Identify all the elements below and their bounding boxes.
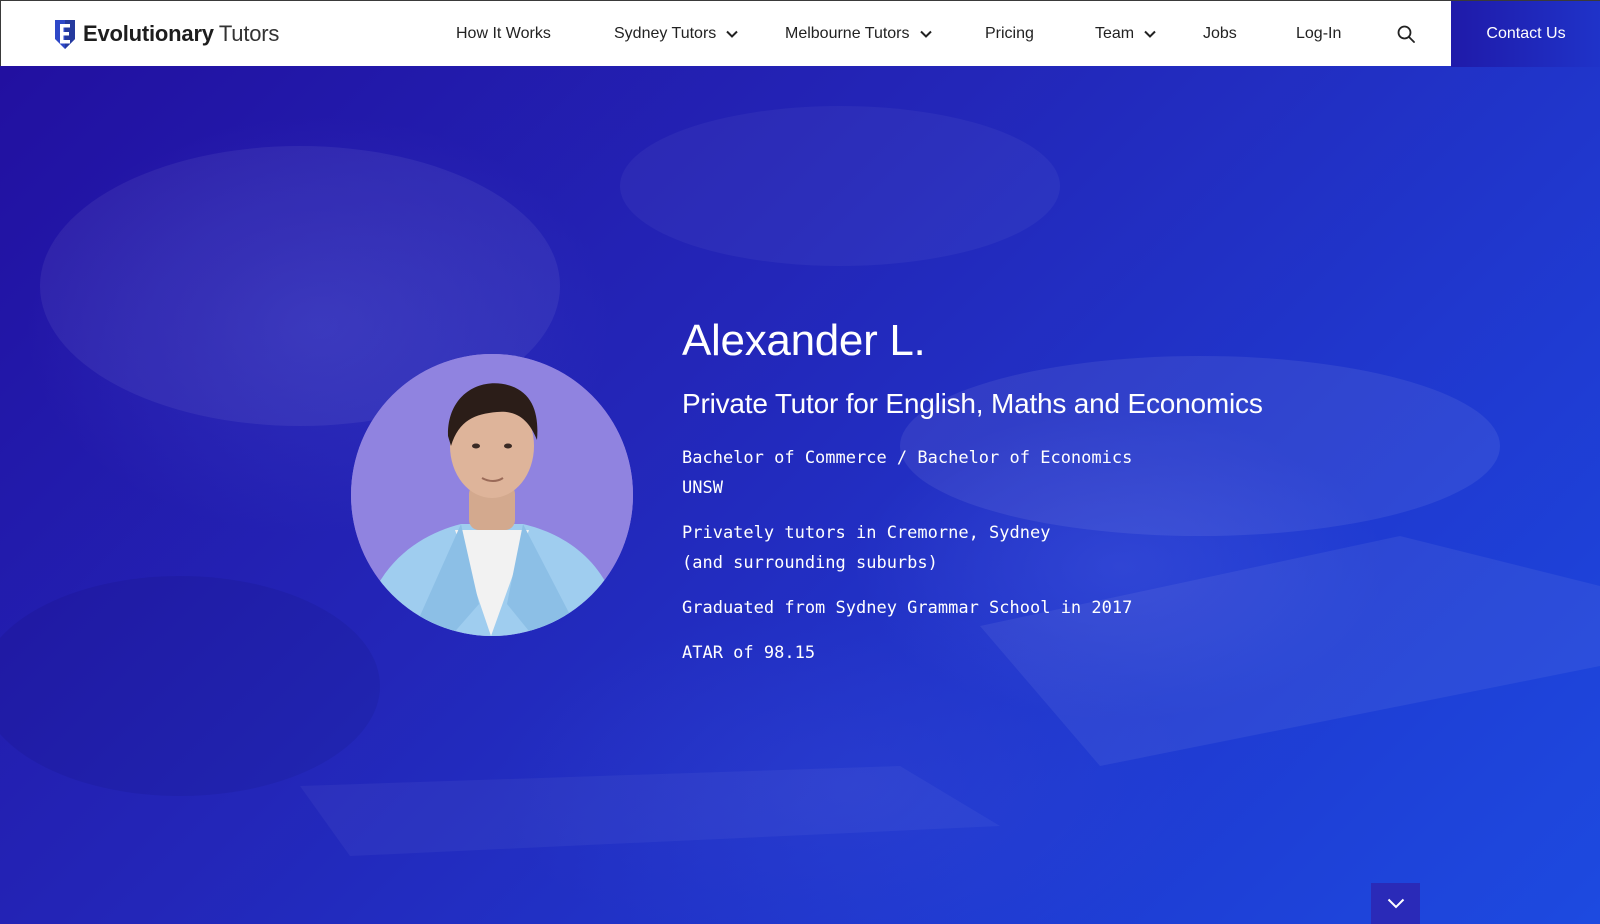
nav-log-in[interactable]: Log-In — [1296, 1, 1341, 67]
tutor-degree: Bachelor of Commerce / Bachelor of Econo… — [682, 448, 1133, 468]
search-icon[interactable] — [1397, 25, 1415, 43]
nav-melbourne-tutors-label: Melbourne Tutors — [785, 25, 910, 42]
tutor-portrait-image — [351, 354, 633, 636]
nav-how-it-works-label: How It Works — [456, 25, 551, 42]
tutor-title: Private Tutor for English, Maths and Eco… — [682, 388, 1263, 419]
tutor-hero: Alexander L. Private Tutor for English, … — [0, 66, 1600, 924]
tutor-atar: ATAR of 98.15 — [682, 643, 816, 663]
scroll-down-button[interactable] — [1371, 883, 1420, 924]
tutor-avatar — [351, 354, 633, 636]
logo-wordmark-bold: Evolutionary — [83, 21, 214, 46]
tutor-graduated: Graduated from Sydney Grammar School in … — [682, 598, 1133, 618]
nav-pricing[interactable]: Pricing — [985, 1, 1034, 67]
tutor-location-line1: Privately tutors in Cremorne, Sydney — [682, 523, 1051, 543]
contact-us-button[interactable]: Contact Us — [1451, 1, 1600, 67]
shield-logo-icon — [55, 19, 75, 49]
hero-background-texture — [0, 106, 1600, 856]
chevron-down-icon — [1144, 30, 1156, 38]
nav-sydney-tutors-label: Sydney Tutors — [614, 25, 717, 42]
site-logo[interactable]: Evolutionary Tutors — [54, 18, 279, 50]
tutor-name: Alexander L. — [682, 316, 926, 365]
chevron-down-icon — [726, 30, 738, 38]
nav-team-label: Team — [1095, 25, 1135, 42]
nav-jobs-label: Jobs — [1203, 25, 1237, 42]
nav-jobs[interactable]: Jobs — [1203, 1, 1237, 67]
nav-team[interactable]: Team — [1095, 1, 1156, 67]
nav-pricing-label: Pricing — [985, 25, 1034, 42]
tutor-university: UNSW — [682, 478, 723, 498]
tutor-location-line2: (and surrounding suburbs) — [682, 553, 938, 573]
logo-wordmark: Evolutionary Tutors — [83, 21, 279, 47]
nav-how-it-works[interactable]: How It Works — [456, 1, 551, 67]
chevron-down-icon — [919, 30, 932, 38]
site-header: Evolutionary Tutors How It Works Sydney T… — [0, 0, 1600, 67]
chevron-down-icon — [1387, 898, 1404, 909]
logo-wordmark-light: Tutors — [218, 21, 280, 46]
nav-sydney-tutors[interactable]: Sydney Tutors — [614, 1, 738, 67]
nav-log-in-label: Log-In — [1296, 25, 1342, 42]
nav-melbourne-tutors[interactable]: Melbourne Tutors — [785, 1, 932, 67]
